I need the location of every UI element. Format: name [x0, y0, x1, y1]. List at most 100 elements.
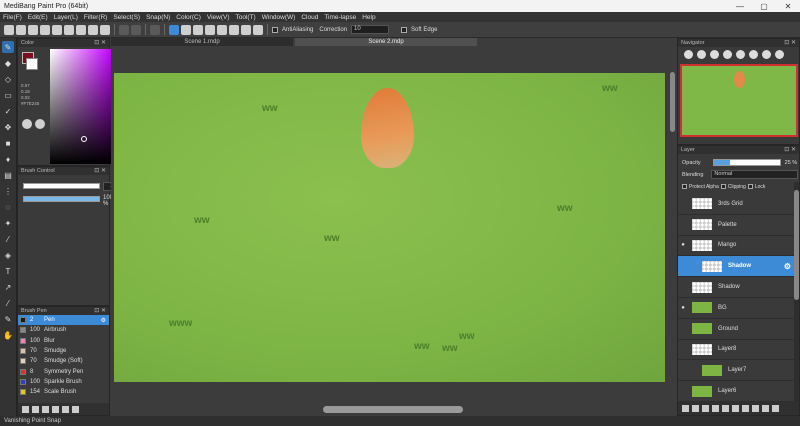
- panel-close-icon[interactable]: ⊡ ✕: [784, 146, 796, 154]
- new-1bit-layer-icon[interactable]: [702, 405, 709, 412]
- panel-close-icon[interactable]: ⊡ ✕: [784, 39, 796, 47]
- protect-alpha-checkbox[interactable]: [682, 184, 687, 189]
- blending-select[interactable]: Normal: [711, 170, 798, 179]
- panel-close-icon[interactable]: ⊡ ✕: [94, 307, 106, 315]
- secondary-color-swatch[interactable]: [26, 58, 38, 70]
- duplicate-brush-icon[interactable]: [72, 405, 79, 413]
- layer-row[interactable]: 3rds Grid: [678, 194, 794, 215]
- move-tool-icon[interactable]: ✥: [2, 121, 14, 133]
- select-pen-tool-icon[interactable]: ✎: [2, 313, 14, 325]
- menu-help[interactable]: Help: [362, 14, 375, 21]
- comment-icon[interactable]: [28, 24, 38, 35]
- menu-snap[interactable]: Snap(N): [146, 14, 170, 21]
- brush-list-item[interactable]: 100 Sparkle Brush: [18, 377, 109, 387]
- fill-rect-tool-icon[interactable]: ■: [2, 137, 14, 149]
- curve-snap-icon[interactable]: [229, 24, 239, 35]
- menu-tool[interactable]: Tool(T): [236, 14, 256, 21]
- maximize-button[interactable]: ▢: [752, 2, 776, 11]
- menu-edit[interactable]: Edit(E): [28, 14, 48, 21]
- tablet-icon[interactable]: [76, 24, 86, 35]
- minimize-button[interactable]: —: [728, 2, 752, 11]
- zoom-out-icon[interactable]: [697, 49, 706, 59]
- dot-tool-icon[interactable]: ⋮: [2, 185, 14, 197]
- pen-tool-icon[interactable]: ✓: [2, 105, 14, 117]
- eyedropper-tool-icon[interactable]: ⁄: [2, 297, 14, 309]
- new-brush-icon[interactable]: [32, 405, 39, 413]
- layer-row[interactable]: Layer6: [678, 381, 794, 402]
- mobile-icon[interactable]: [40, 24, 50, 35]
- snap-off-icon[interactable]: [169, 24, 179, 35]
- deselect-icon[interactable]: [150, 24, 160, 35]
- brush-list-item[interactable]: 2 Pen ⚙: [18, 315, 109, 326]
- menu-filter[interactable]: Filter(R): [84, 14, 107, 21]
- rotate-right-icon[interactable]: [749, 49, 758, 59]
- radial-snap-icon[interactable]: [205, 24, 215, 35]
- text-tool-icon[interactable]: T: [2, 265, 14, 277]
- brush-list-item[interactable]: 70 Smudge (Soft): [18, 356, 109, 366]
- comic-icon[interactable]: [64, 24, 74, 35]
- layer-settings-icon[interactable]: ⚙: [784, 262, 791, 271]
- tab-scene-2[interactable]: Scene 2.mdp: [295, 38, 477, 46]
- eraser3-tool-icon[interactable]: ◈: [2, 249, 14, 261]
- vanishing-point-snap-icon[interactable]: [241, 24, 251, 35]
- menu-select[interactable]: Select(S): [113, 14, 140, 21]
- brush-size-slider[interactable]: [23, 183, 100, 189]
- brush-list-item[interactable]: 70 Smudge: [18, 346, 109, 356]
- brush-tool-icon[interactable]: ✎: [2, 41, 14, 53]
- layer-scrollbar[interactable]: [794, 182, 799, 402]
- hand-tool-icon[interactable]: ✋: [2, 329, 14, 341]
- menu-color[interactable]: Color(C): [176, 14, 201, 21]
- navigator-preview[interactable]: [680, 64, 798, 137]
- dropper-tool-icon[interactable]: ⁄: [2, 233, 14, 245]
- lasso-tool-icon[interactable]: ◌: [2, 201, 14, 213]
- menu-timelapse[interactable]: Time-lapse: [324, 14, 356, 21]
- merge-layer-icon[interactable]: [722, 405, 729, 412]
- layer-visibility-icon[interactable]: ●: [678, 305, 688, 311]
- trash-icon[interactable]: [772, 405, 779, 412]
- add-brush-icon[interactable]: [22, 405, 29, 413]
- grid-snap-icon[interactable]: [193, 24, 203, 35]
- operation-tool-icon[interactable]: ↗: [2, 281, 14, 293]
- menu-view[interactable]: View(V): [207, 14, 230, 21]
- copy-layer-icon[interactable]: [712, 405, 719, 412]
- layer-row[interactable]: Shadow ⚙: [678, 256, 794, 278]
- opacity-slider[interactable]: [712, 159, 781, 166]
- import-brush-icon[interactable]: [52, 405, 59, 413]
- menu-layer[interactable]: Layer(L): [54, 14, 78, 21]
- brush-list-item[interactable]: 100 Airbrush: [18, 325, 109, 335]
- cloud-save-icon[interactable]: [16, 24, 26, 35]
- zoom-fit-icon[interactable]: [710, 49, 719, 59]
- arrange-icon[interactable]: [88, 24, 98, 35]
- magic-wand-tool-icon[interactable]: ✦: [2, 217, 14, 229]
- zoom-actual-icon[interactable]: [723, 49, 732, 59]
- new-halftone-layer-icon[interactable]: [692, 405, 699, 412]
- softedge-checkbox[interactable]: [401, 26, 408, 33]
- brush-list-item[interactable]: 100 Blur: [18, 336, 109, 346]
- color-slider-icon[interactable]: [35, 119, 45, 129]
- undo-icon[interactable]: [119, 24, 129, 35]
- layer-row[interactable]: Ground: [678, 319, 794, 340]
- folder-icon[interactable]: [732, 405, 739, 412]
- brush-list-item[interactable]: 154 Scale Brush: [18, 387, 109, 397]
- mask-icon[interactable]: [752, 405, 759, 412]
- panel-close-icon[interactable]: ⊡ ✕: [94, 167, 106, 175]
- layer-row[interactable]: ● Mango: [678, 236, 794, 257]
- layer-visibility-icon[interactable]: ●: [678, 242, 688, 248]
- menu-file[interactable]: File(F): [3, 14, 22, 21]
- layer-row[interactable]: Layer8: [678, 340, 794, 361]
- shape-icon[interactable]: [52, 24, 62, 35]
- vertical-scrollbar[interactable]: [670, 72, 675, 132]
- correction-select[interactable]: 10: [351, 25, 390, 34]
- redo-icon[interactable]: [131, 24, 141, 35]
- color-wheel-icon[interactable]: [22, 119, 32, 129]
- rect-select-tool-icon[interactable]: ▭: [2, 89, 14, 101]
- close-button[interactable]: ✕: [776, 2, 800, 11]
- brush-settings-icon[interactable]: ⚙: [101, 317, 106, 324]
- eraser-tool-icon[interactable]: ◆: [2, 57, 14, 69]
- eraser2-tool-icon[interactable]: ◇: [2, 73, 14, 85]
- layout-icon[interactable]: [100, 24, 110, 35]
- lock-checkbox[interactable]: [747, 184, 753, 189]
- material-icon[interactable]: [742, 405, 749, 412]
- panel-close-icon[interactable]: ⊡ ✕: [94, 39, 106, 47]
- zoom-in-icon[interactable]: [684, 49, 693, 59]
